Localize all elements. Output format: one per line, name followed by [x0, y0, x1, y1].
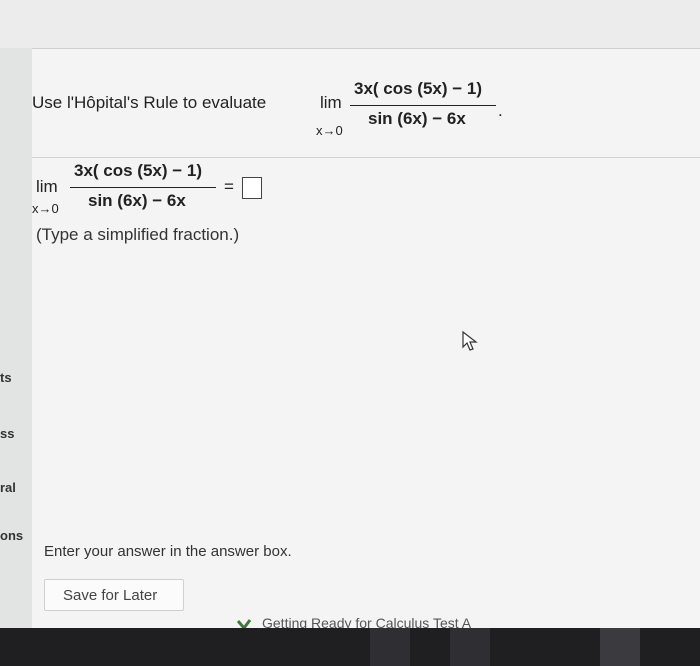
equals-sign: = — [224, 177, 234, 196]
answer-limit-sub: x→0 — [32, 201, 59, 216]
sidebar-item-ss[interactable]: ss — [0, 426, 14, 441]
section-divider — [32, 157, 700, 158]
answer-hint: (Type a simplified fraction.) — [36, 225, 240, 244]
answer-numerator: 3x( cos (5x) − 1) — [74, 161, 203, 180]
mouse-cursor-icon — [462, 330, 478, 351]
question-numerator: 3x( cos (5x) − 1) — [354, 79, 483, 98]
window-top-strip — [0, 0, 700, 48]
taskbar-item[interactable] — [370, 628, 410, 666]
save-for-later-button[interactable]: Save for Later — [44, 579, 184, 611]
question-fraction-bar — [350, 105, 496, 106]
question-lim: lim — [320, 93, 342, 112]
taskbar-item[interactable] — [600, 628, 640, 666]
question-period: . — [498, 101, 503, 120]
question-denominator: sin (6x) − 6x — [368, 109, 466, 128]
answer-denominator: sin (6x) − 6x — [88, 191, 186, 210]
sidebar-item-ral[interactable]: ral — [0, 480, 16, 495]
sidebar-item-ts[interactable]: ts — [0, 370, 12, 385]
question-prompt: Use l'Hôpital's Rule to evaluate — [32, 93, 267, 112]
question-limit-sub: x→0 — [316, 123, 343, 138]
answer-lim: lim — [36, 177, 58, 196]
sidebar-item-ons[interactable]: ons — [0, 528, 23, 543]
answer-fraction-bar — [70, 187, 216, 188]
instruction-text: Enter your answer in the answer box. — [44, 543, 292, 560]
taskbar — [0, 628, 700, 666]
left-sidebar: ts ss ral ons — [0, 48, 34, 628]
question-panel: Use l'Hôpital's Rule to evaluate lim x→0… — [32, 48, 700, 631]
answer-input-box[interactable] — [242, 177, 262, 199]
question-statement: Use l'Hôpital's Rule to evaluate lim x→0… — [32, 79, 700, 149]
taskbar-item[interactable] — [450, 628, 490, 666]
